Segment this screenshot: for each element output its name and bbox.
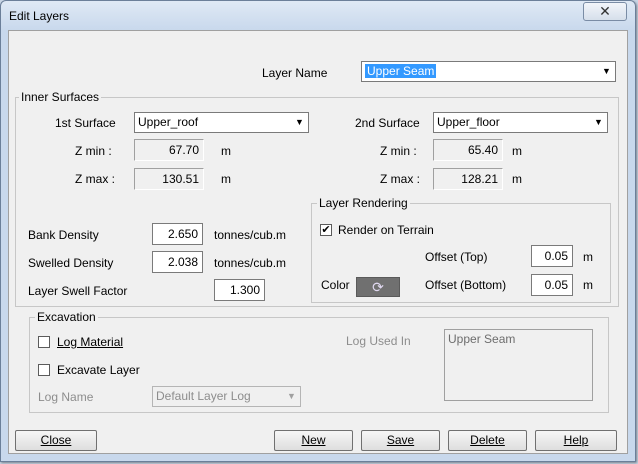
layer-name-combo[interactable]: Upper Seam ▼ [361,61,616,82]
title-bar: Edit Layers ✕ [1,1,635,29]
second-zmin-label: Z min : [380,144,417,158]
delete-button[interactable]: Delete [448,430,527,451]
second-zmin-unit: m [512,144,522,158]
check-icon: ✔ [321,224,331,236]
window-title: Edit Layers [9,9,70,23]
log-name-label: Log Name [38,390,94,404]
list-item[interactable]: Upper Seam [448,332,589,346]
bank-density-label: Bank Density [28,228,99,242]
bank-density-input[interactable]: 2.650 [152,223,203,245]
second-zmax-unit: m [512,172,522,186]
log-name-combo[interactable]: Default Layer Log ▼ [152,386,301,407]
swelled-density-label: Swelled Density [28,256,114,270]
excavation-title: Excavation [35,310,98,324]
second-surface-label: 2nd Surface [355,116,420,130]
first-zmax-value: 130.51 [134,168,204,190]
swelled-density-unit: tonnes/cub.m [214,256,287,270]
inner-surfaces-title: Inner Surfaces [19,90,102,104]
log-used-in-label: Log Used In [346,334,411,348]
first-zmin-value: 67.70 [134,139,204,161]
swelled-density-input[interactable]: 2.038 [152,251,203,273]
log-material-label[interactable]: Log Material [57,335,123,349]
first-surface-combo[interactable]: Upper_roof ▼ [134,112,309,133]
layer-rendering-title: Layer Rendering [317,196,410,210]
layer-swell-factor-label: Layer Swell Factor [28,284,128,298]
first-zmax-unit: m [221,172,231,186]
close-icon: ✕ [599,3,611,19]
help-button[interactable]: Help [535,430,617,451]
second-zmax-label: Z max : [380,172,421,186]
layer-swell-factor-input[interactable]: 1.300 [214,279,265,301]
new-button[interactable]: New [274,430,353,451]
excavate-layer-checkbox[interactable] [38,364,50,376]
second-surface-value: Upper_floor [437,115,500,129]
edit-layers-dialog: Edit Layers ✕ Layer Name Upper Seam ▼ In… [0,0,636,462]
chevron-down-icon[interactable]: ▼ [292,114,307,131]
first-zmin-unit: m [221,144,231,158]
chevron-down-icon[interactable]: ▼ [599,63,614,80]
close-button[interactable]: Close [15,430,97,451]
color-picker-button[interactable]: ⟳ [356,277,400,297]
offset-top-label: Offset (Top) [425,250,488,264]
palette-icon: ⟳ [372,279,384,295]
offset-top-input[interactable]: 0.05 [531,245,573,267]
offset-bottom-input[interactable]: 0.05 [531,274,573,296]
first-zmax-label: Z max : [75,172,116,186]
second-zmin-value: 65.40 [433,139,503,161]
first-surface-value: Upper_roof [138,115,199,129]
save-button[interactable]: Save [361,430,440,451]
layer-name-label: Layer Name [262,66,328,80]
chevron-down-icon[interactable]: ▼ [284,388,299,405]
excavate-layer-label[interactable]: Excavate Layer [57,363,140,377]
color-label: Color [321,278,350,292]
second-zmax-value: 128.21 [433,168,503,190]
render-on-terrain-checkbox[interactable]: ✔ [320,224,332,236]
first-surface-label: 1st Surface [55,116,116,130]
log-material-checkbox[interactable] [38,336,50,348]
close-window-button[interactable]: ✕ [583,2,627,21]
second-surface-combo[interactable]: Upper_floor ▼ [433,112,608,133]
dialog-body: Layer Name Upper Seam ▼ Inner Surfaces 1… [8,30,628,454]
offset-bottom-unit: m [583,278,593,292]
first-zmin-label: Z min : [75,144,112,158]
log-used-in-list[interactable]: Upper Seam [444,329,593,401]
render-on-terrain-label[interactable]: Render on Terrain [338,223,434,237]
chevron-down-icon[interactable]: ▼ [591,114,606,131]
offset-top-unit: m [583,250,593,264]
offset-bottom-label: Offset (Bottom) [425,278,507,292]
log-name-value: Default Layer Log [156,389,251,403]
bank-density-unit: tonnes/cub.m [214,228,287,242]
layer-name-value: Upper Seam [365,64,437,78]
